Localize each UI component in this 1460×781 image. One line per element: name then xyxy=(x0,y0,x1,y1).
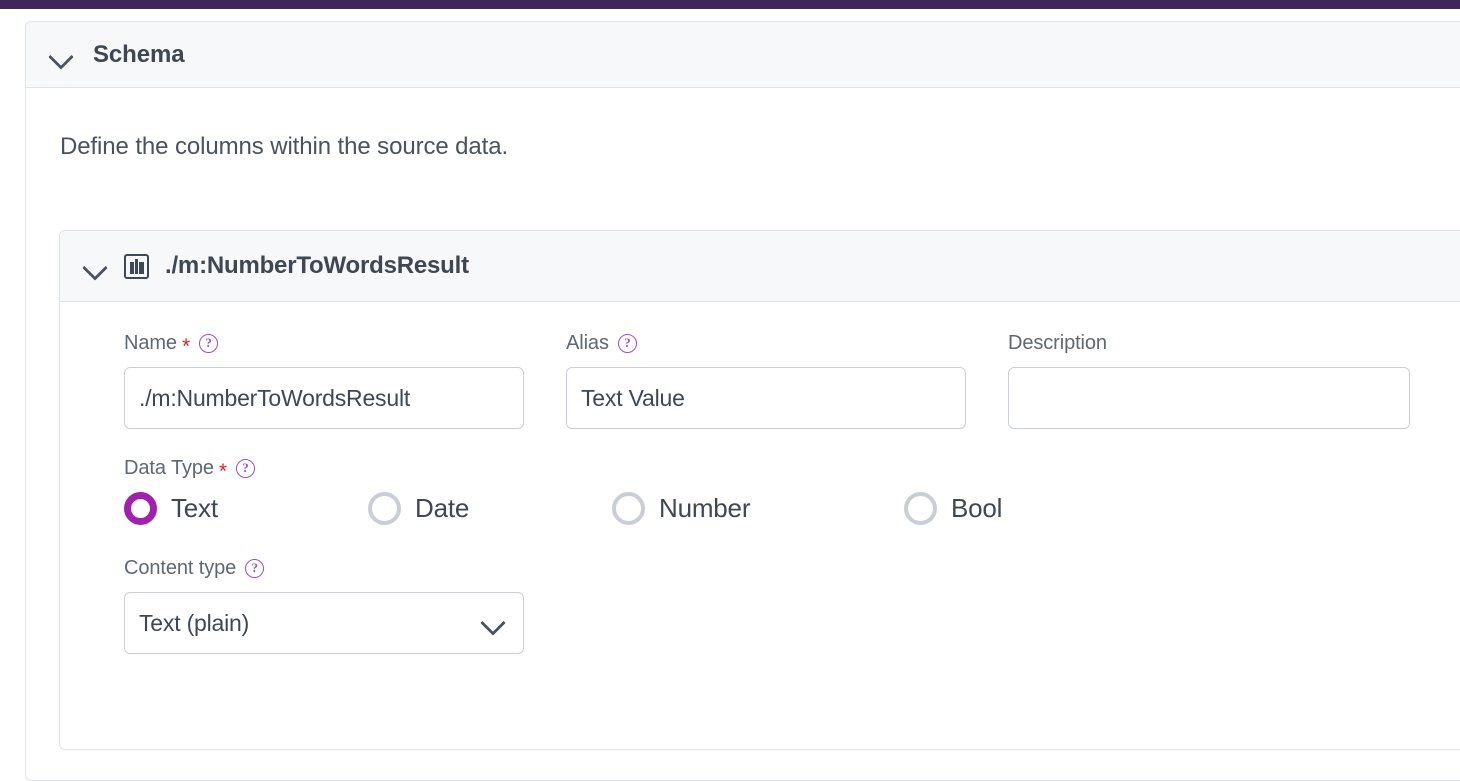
chevron-down-icon[interactable] xyxy=(82,253,108,279)
radio-label: Date xyxy=(415,493,470,523)
column-name-title: ./m:NumberToWordsResult xyxy=(165,252,469,279)
name-label: Name xyxy=(124,331,177,354)
description-label-group: Description xyxy=(1008,330,1410,356)
field-row-primary: Name * ? Alias ? Description xyxy=(124,330,1460,429)
app-top-bar xyxy=(0,0,1460,9)
column-panel-header[interactable]: ./m:NumberToWordsResult xyxy=(60,231,1460,302)
schema-description: Define the columns within the source dat… xyxy=(60,133,509,160)
schema-section-header[interactable]: Schema xyxy=(26,22,1460,88)
name-required-marker: * xyxy=(181,334,191,358)
radio-data-type-text[interactable]: Text xyxy=(124,492,368,525)
radio-data-type-number[interactable]: Number xyxy=(612,492,904,525)
description-input[interactable] xyxy=(1008,367,1410,429)
description-label: Description xyxy=(1008,331,1107,354)
chevron-down-icon[interactable] xyxy=(48,42,74,68)
help-circle-icon[interactable]: ? xyxy=(245,558,265,578)
alias-label-group: Alias ? xyxy=(566,330,966,356)
field-description: Description xyxy=(1008,330,1410,429)
content-type-select-wrapper: Text (plain) xyxy=(124,592,524,654)
alias-label: Alias xyxy=(566,331,609,354)
radio-label: Number xyxy=(659,493,751,523)
content-type-label: Content type xyxy=(124,556,237,579)
help-circle-icon[interactable]: ? xyxy=(235,458,255,478)
radio-indicator[interactable] xyxy=(368,492,401,525)
content-type-label-group: Content type ? xyxy=(124,555,1460,581)
data-type-label-group: Data Type * ? xyxy=(124,455,1460,483)
content-type-select[interactable]: Text (plain) xyxy=(124,592,524,654)
name-label-group: Name * ? xyxy=(124,330,524,358)
radio-label: Text xyxy=(171,493,218,523)
schema-title: Schema xyxy=(93,40,185,68)
content-type-group: Content type ? Text (plain) xyxy=(124,555,1460,654)
schema-card: Schema Define the columns within the sou… xyxy=(25,21,1460,781)
data-type-label: Data Type xyxy=(124,456,214,479)
field-name: Name * ? xyxy=(124,330,524,429)
name-input[interactable] xyxy=(124,367,524,429)
field-alias: Alias ? xyxy=(566,330,966,429)
data-type-group: Data Type * ? Text Date Number Bool xyxy=(124,455,1460,525)
alias-input[interactable] xyxy=(566,367,966,429)
schema-body: Define the columns within the source dat… xyxy=(26,88,1460,161)
column-form: Name * ? Alias ? Description xyxy=(60,302,1460,654)
data-type-required-marker: * xyxy=(218,459,227,483)
radio-indicator[interactable] xyxy=(904,492,937,525)
help-circle-icon[interactable]: ? xyxy=(617,333,637,353)
help-circle-icon[interactable]: ? xyxy=(199,333,219,353)
data-type-radio-row: Text Date Number Bool xyxy=(124,492,1460,525)
radio-data-type-date[interactable]: Date xyxy=(368,492,612,525)
column-definition-card: ./m:NumberToWordsResult Name * ? Alias ? xyxy=(59,230,1460,750)
radio-indicator[interactable] xyxy=(612,492,645,525)
radio-label: Bool xyxy=(951,493,1003,523)
columns-icon xyxy=(124,253,149,279)
radio-data-type-bool[interactable]: Bool xyxy=(904,492,1104,525)
radio-indicator-selected[interactable] xyxy=(124,492,157,525)
